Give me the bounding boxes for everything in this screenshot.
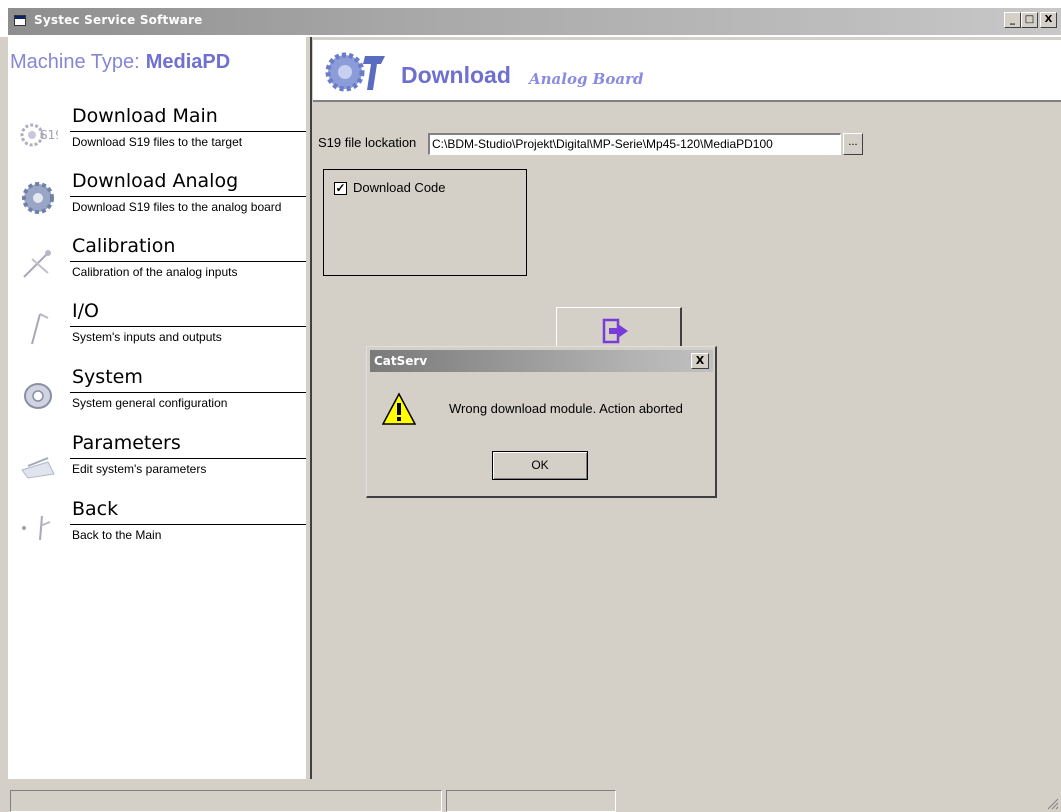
- sidebar-item-desc: System general configuration: [72, 396, 228, 410]
- app-window-icon: [14, 15, 26, 26]
- sidebar-item-calibration[interactable]: Calibration Calibration of the analog in…: [8, 235, 306, 297]
- divider: [70, 261, 306, 262]
- parameters-icon: [21, 457, 55, 479]
- close-button[interactable]: X: [1040, 12, 1057, 28]
- gear-icon: [22, 182, 54, 214]
- warning-icon: [382, 392, 416, 425]
- sidebar-item-desc: Calibration of the analog inputs: [72, 265, 238, 279]
- maximize-button[interactable]: □: [1021, 12, 1038, 28]
- divider: [70, 326, 306, 327]
- sidebar-item-title: I/O: [72, 300, 99, 322]
- sidebar-item-desc: Edit system's parameters: [72, 462, 207, 476]
- status-pane-1: [10, 790, 442, 812]
- page-title: Download: [401, 62, 511, 88]
- dialog-titlebar[interactable]: CatServ X: [370, 350, 713, 372]
- sidebar-item-title: Back: [72, 498, 119, 520]
- sidebar-item-title: Download Analog: [72, 170, 239, 192]
- resize-grip-icon[interactable]: [1045, 796, 1059, 810]
- divider: [70, 392, 306, 393]
- error-dialog: CatServ X Wrong download module. Action …: [366, 346, 717, 498]
- machine-type: Machine Type: MediaPD: [10, 51, 230, 74]
- sidebar-item-system[interactable]: System System general configuration: [8, 366, 306, 428]
- window-title: Systec Service Software: [34, 13, 203, 27]
- divider: [70, 131, 306, 132]
- ok-button[interactable]: OK: [492, 451, 588, 480]
- browse-button[interactable]: ...: [843, 133, 863, 155]
- s19-location-field[interactable]: C:\BDM-Studio\Projekt\Digital\MP-Serie\M…: [428, 133, 841, 155]
- download-code-checkbox[interactable]: ✓: [334, 182, 347, 195]
- dialog-message: Wrong download module. Action aborted: [449, 401, 683, 416]
- download-options-group: ✓ Download Code: [323, 169, 527, 276]
- divider: [70, 458, 306, 459]
- sidebar: Machine Type:MediaPD S19 Download Main D…: [8, 37, 306, 779]
- s19-location-label: S19 file lockation: [318, 135, 417, 150]
- sidebar-item-io[interactable]: I/O System's inputs and outputs: [8, 300, 306, 362]
- io-icon: [31, 313, 49, 345]
- sidebar-item-title: System: [72, 366, 143, 388]
- status-pane-2: [446, 790, 616, 812]
- sidebar-item-desc: System's inputs and outputs: [72, 330, 222, 344]
- download-code-label[interactable]: Download Code: [353, 180, 446, 195]
- sidebar-item-back[interactable]: Back Back to the Main: [8, 498, 306, 560]
- calibration-icon: [23, 250, 51, 278]
- gears-download-icon: S19: [20, 123, 58, 147]
- sidebar-item-desc: Download S19 files to the analog board: [72, 200, 282, 214]
- sidebar-item-download-main[interactable]: S19 Download Main Download S19 files to …: [8, 105, 306, 167]
- titlebar-strip[interactable]: Systec Service Software _ □ X: [8, 8, 1061, 35]
- dialog-close-button[interactable]: X: [691, 353, 709, 369]
- sidebar-item-download-analog[interactable]: Download Analog Download S19 files to th…: [8, 170, 306, 232]
- sidebar-item-desc: Download S19 files to the target: [72, 135, 243, 149]
- sidebar-item-parameters[interactable]: Parameters Edit system's parameters: [8, 432, 306, 494]
- download-arrow-icon: [602, 318, 628, 344]
- back-icon: [22, 515, 51, 541]
- divider: [70, 196, 306, 197]
- status-bar: [0, 779, 1061, 812]
- page-subtitle: Analog Board: [529, 70, 644, 88]
- divider: [70, 524, 306, 525]
- window-titlebar: Systec Service Software _ □ X: [0, 0, 1061, 37]
- page-header: Download Analog Board: [313, 40, 1061, 102]
- dialog-title: CatServ: [374, 354, 428, 368]
- minimize-button[interactable]: _: [1004, 12, 1021, 28]
- machine-type-label: Machine Type:: [10, 51, 140, 73]
- sidebar-item-desc: Back to the Main: [72, 528, 162, 542]
- svg-text:S19: S19: [40, 128, 58, 142]
- machine-type-value: MediaPD: [145, 51, 231, 73]
- gear-download-icon: [325, 52, 385, 92]
- sidebar-item-title: Calibration: [72, 235, 176, 257]
- sidebar-item-title: Download Main: [72, 105, 218, 127]
- sidebar-item-title: Parameters: [72, 432, 181, 454]
- system-disc-icon: [24, 383, 52, 409]
